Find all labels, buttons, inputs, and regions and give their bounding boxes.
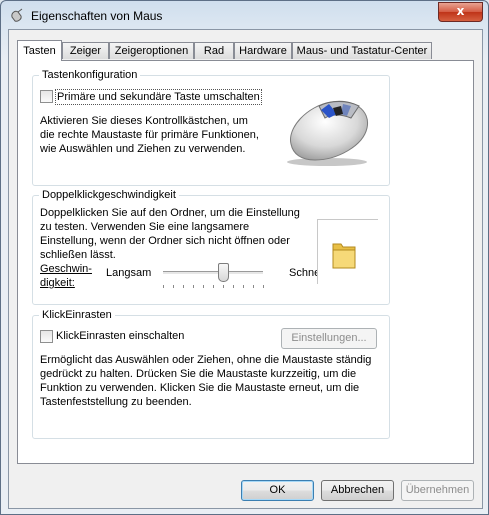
tab-label: Maus- und Tastatur-Center [296, 45, 428, 57]
slider-tick [243, 285, 244, 288]
clicklock-description: Ermöglicht das Auswählen oder Ziehen, oh… [40, 354, 372, 408]
apply-button[interactable]: Übernehmen [401, 480, 474, 501]
speed-slider-thumb[interactable] [218, 263, 229, 282]
slider-tick [183, 285, 184, 288]
slider-tick [253, 285, 254, 288]
double-click-speed-group: Doppelklickgeschwindigkeit Doppelklicken… [32, 189, 390, 305]
tab-zeiger[interactable]: Zeiger [62, 42, 109, 59]
swap-buttons-label[interactable]: Primäre und sekundäre Taste umschalten [55, 89, 262, 105]
speed-slider-track[interactable] [163, 271, 263, 275]
slider-tick [213, 285, 214, 288]
slider-tick [233, 285, 234, 288]
test-area[interactable] [317, 219, 378, 284]
mouse-image [281, 88, 375, 168]
clicklock-checkbox[interactable] [40, 330, 53, 343]
swap-buttons-checkbox[interactable] [40, 90, 53, 103]
speed-label-text: Geschwin- digkeit: [40, 263, 92, 289]
slider-tick [203, 285, 204, 288]
slow-label: Langsam [106, 267, 152, 279]
speed-label: Geschwin- digkeit: [40, 262, 92, 290]
button-configuration-group: Tastenkonfiguration Primäre und sekundär… [32, 69, 390, 186]
folder-icon[interactable] [331, 240, 357, 273]
tab-panel-tasten: Tastenkonfiguration Primäre und sekundär… [17, 60, 474, 464]
tab-tasten[interactable]: Tasten [17, 40, 62, 61]
slider-tick [193, 285, 194, 288]
swap-buttons-description: Aktivieren Sie dieses Kontrollkästchen, … [40, 115, 259, 155]
title-bar[interactable]: Eigenschaften von Maus x [1, 1, 488, 29]
group-legend: Doppelklickgeschwindigkeit [39, 189, 179, 201]
clicklock-label[interactable]: KlickEinrasten einschalten [56, 329, 184, 343]
window-title: Eigenschaften von Maus [31, 9, 163, 23]
group-legend: Tastenkonfiguration [39, 69, 141, 81]
tab-label: Rad [203, 45, 225, 57]
slider-tick [173, 285, 174, 288]
tab-maus-und-tastatur-center[interactable]: Maus- und Tastatur-Center [292, 42, 432, 59]
clicklock-settings-button[interactable]: Einstellungen... [281, 328, 377, 349]
tab-rad[interactable]: Rad [194, 42, 234, 59]
tab-label: Tasten [23, 45, 56, 57]
tab-label: Zeiger [69, 45, 102, 57]
clicklock-group: KlickEinrasten KlickEinrasten einschalte… [32, 309, 390, 439]
tab-label: Zeigeroptionen [114, 45, 189, 57]
dialog-window: Eigenschaften von Maus x Tasten Zeiger Z… [0, 0, 489, 515]
close-button[interactable]: x [438, 2, 483, 22]
tab-zeigeroptionen[interactable]: Zeigeroptionen [109, 42, 194, 59]
close-icon: x [456, 4, 465, 18]
slider-tick [223, 285, 224, 288]
cancel-button[interactable]: Abbrechen [321, 480, 394, 501]
tab-label: Hardware [239, 45, 287, 57]
tab-hardware[interactable]: Hardware [234, 42, 292, 59]
ok-button[interactable]: OK [241, 480, 314, 501]
mouse-icon [9, 7, 25, 23]
group-legend: KlickEinrasten [39, 309, 115, 321]
dialog-client-area: Tasten Zeiger Zeigeroptionen Rad Hardwar… [8, 29, 483, 509]
double-click-description: Doppelklicken Sie auf den Ordner, um die… [40, 207, 300, 261]
slider-tick [163, 285, 164, 288]
slider-tick [263, 285, 264, 288]
